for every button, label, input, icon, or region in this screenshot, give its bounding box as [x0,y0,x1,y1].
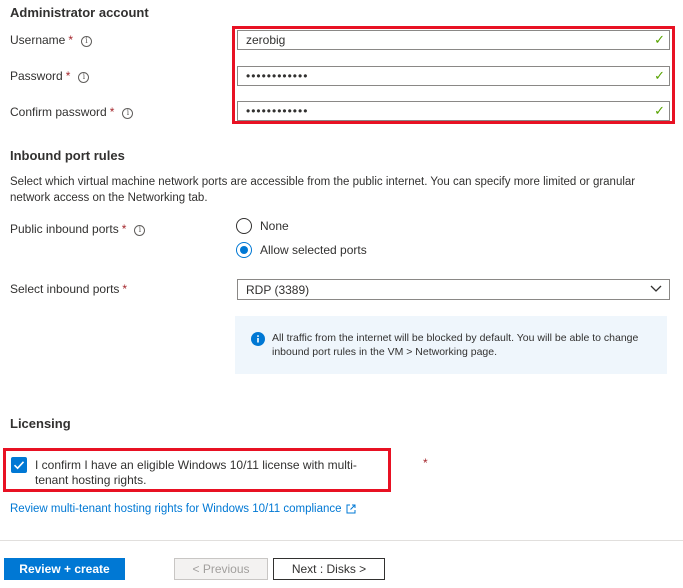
chevron-down-icon [650,285,662,292]
password-label: Password * i [10,69,90,83]
info-filled-icon [251,332,265,346]
radio-selected-icon [236,242,252,258]
external-link-icon [346,504,356,514]
highlight-box-license [3,448,391,492]
info-icon[interactable]: i [81,35,93,47]
info-icon[interactable]: i [134,224,146,236]
info-box-text: All traffic from the internet will be bl… [272,332,639,358]
public-ports-label: Public inbound ports * i [10,222,146,236]
password-label-text: Password [10,69,63,83]
radio-none-label: None [260,219,289,233]
required-mark: * [65,69,71,83]
required-mark: * [122,282,128,296]
select-ports-label: Select inbound ports * [10,282,127,296]
next-disks-button[interactable]: Next : Disks > [273,558,385,580]
select-ports-dropdown[interactable]: RDP (3389) [237,279,670,300]
info-box: All traffic from the internet will be bl… [235,316,667,374]
radio-circle-icon [236,218,252,234]
footer-divider [0,540,683,541]
confirm-password-label: Confirm password * i [10,105,134,119]
info-icon[interactable]: i [122,107,134,119]
confirm-password-label-text: Confirm password [10,105,107,119]
highlight-box-credentials [232,26,675,124]
inbound-description: Select which virtual machine network por… [10,176,636,204]
review-create-button[interactable]: Review + create [4,558,125,580]
admin-section-title: Administrator account [10,5,149,20]
required-mark: * [109,105,115,119]
info-icon[interactable]: i [78,71,90,83]
public-ports-label-text: Public inbound ports [10,222,119,236]
required-mark: * [121,222,127,236]
username-label: Username * i [10,33,93,47]
review-compliance-link[interactable]: Review multi-tenant hosting rights for W… [10,503,356,515]
required-mark: * [68,33,74,47]
licensing-section-title: Licensing [10,416,71,431]
review-compliance-link-text: Review multi-tenant hosting rights for W… [10,503,342,515]
radio-allow-selected[interactable]: Allow selected ports [236,242,367,258]
previous-button[interactable]: < Previous [174,558,268,580]
required-mark: * [423,456,428,470]
radio-none[interactable]: None [236,218,289,234]
inbound-section-title: Inbound port rules [10,148,125,163]
radio-allow-label: Allow selected ports [260,243,367,257]
select-ports-value: RDP (3389) [246,282,310,297]
username-label-text: Username [10,33,66,47]
select-ports-label-text: Select inbound ports [10,282,120,296]
